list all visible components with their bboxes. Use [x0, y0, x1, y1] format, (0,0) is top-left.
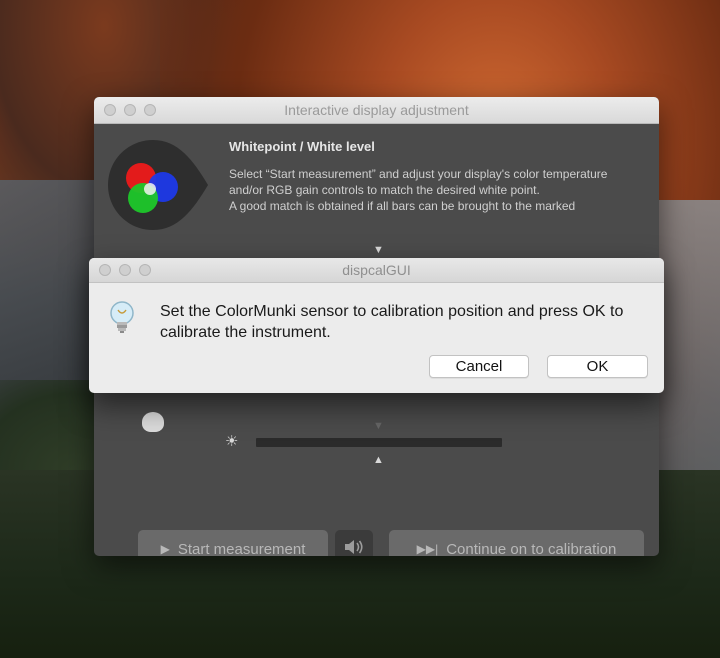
window-title: Interactive display adjustment [284, 102, 469, 118]
instructions-text: Select “Start measurement” and adjust yo… [229, 166, 629, 214]
speaker-icon [343, 538, 365, 557]
brightness-bar-marker-icon: ▲ [373, 454, 384, 466]
speaker-toggle-button[interactable] [335, 530, 373, 556]
dialog-titlebar[interactable]: dispcalGUI [89, 258, 664, 283]
instructions-paragraph-1: Select “Start measurement” and adjust yo… [229, 167, 608, 197]
instructions-paragraph-2: A good match is obtained if all bars can… [229, 199, 576, 213]
dialog-close-button[interactable] [99, 264, 111, 276]
dialog-title: dispcalGUI [342, 262, 411, 278]
brightness-target-marker-icon: ▼ [373, 420, 384, 432]
zoom-window-button[interactable] [144, 104, 156, 116]
dialog-minimize-button[interactable] [119, 264, 131, 276]
window-controls [104, 104, 156, 116]
continue-to-calibration-label: Continue on to calibration [446, 540, 617, 557]
skip-forward-icon: ▶▶| [416, 542, 439, 556]
rgb-circles-icon [108, 140, 208, 230]
lightbulb-icon [107, 300, 137, 336]
play-icon: ▶ [160, 542, 170, 556]
ok-button[interactable]: OK [547, 355, 648, 378]
section-heading: Whitepoint / White level [229, 139, 375, 154]
cancel-button[interactable]: Cancel [429, 355, 529, 378]
calibration-prompt-dialog: dispcalGUI Set the ColorMunki sensor to … [89, 258, 664, 393]
window-titlebar[interactable]: Interactive display adjustment [94, 97, 659, 124]
start-measurement-label: Start measurement [177, 540, 306, 557]
brightness-icon: ☀ [225, 433, 239, 450]
continue-to-calibration-button[interactable]: ▶▶| Continue on to calibration [389, 530, 644, 556]
close-window-button[interactable] [104, 104, 116, 116]
brightness-partial-icon [142, 412, 164, 432]
start-measurement-button[interactable]: ▶ Start measurement [138, 530, 328, 556]
brightness-bar [256, 438, 502, 447]
dialog-window-controls [99, 264, 151, 276]
dialog-zoom-button[interactable] [139, 264, 151, 276]
minimize-window-button[interactable] [124, 104, 136, 116]
target-marker-top-icon: ▼ [373, 244, 384, 256]
dialog-message: Set the ColorMunki sensor to calibration… [160, 303, 624, 341]
